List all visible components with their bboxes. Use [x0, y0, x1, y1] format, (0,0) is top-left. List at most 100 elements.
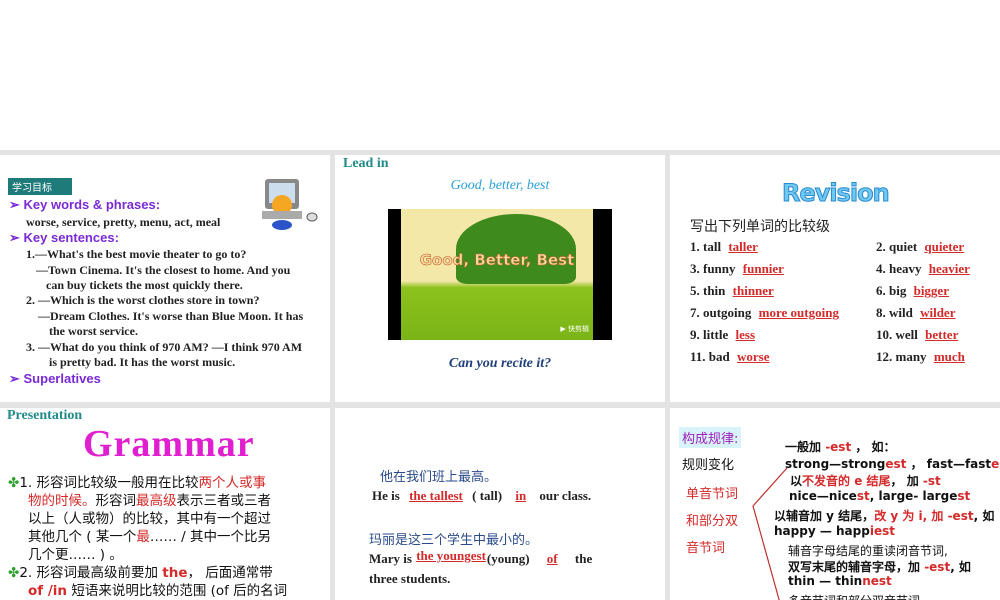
sentence-line: is pretty bad. It has the worst music. [49, 355, 236, 369]
revision-answer: thinner [732, 283, 774, 298]
highlight: 物的时候。 [28, 493, 96, 509]
chinese-sentence-1: 他在我们班上最高。 [380, 470, 498, 485]
video-player[interactable]: Good, Better, Best ▶ 快剪辑 [388, 209, 612, 340]
rule-line: 一般加 -est ， 如： [785, 438, 896, 455]
text: Mary is [369, 551, 416, 566]
category-line: 音节词 [686, 541, 726, 556]
exercise-sentence-1: He is the tallest ( tall) in our class. [372, 488, 591, 504]
text: (young) [486, 551, 533, 566]
rule-text: ， 加 [890, 474, 923, 488]
slide-thumbnail-grammar[interactable]: Presentation Grammar ✤1. 形容词比较级一般用在比较两个人… [0, 408, 330, 600]
clover-icon: ✤ [8, 475, 20, 491]
clover-icon: ✤ [8, 565, 20, 581]
slide-thumbnail-objectives[interactable]: 学习目标 ➢ Key words & phrases: worse, servi… [0, 155, 330, 402]
revision-answer: much [933, 349, 965, 364]
rule-highlight: est [991, 457, 1000, 471]
revision-answer: less [735, 327, 756, 342]
rule-line: 以不发音的 e 结尾， 加 -st [790, 472, 941, 489]
grammar-point-1: ✤1. 形容词比较级一般用在比较两个人或事 物的时候。形容词最高级表示三者或三者以… [8, 474, 328, 564]
key-words-list: worse, service, pretty, menu, act, meal [26, 215, 221, 229]
text: 表示三者或三者 [176, 493, 272, 509]
revision-item: 4. heavy heavier [876, 261, 975, 277]
text: 1. 形容词比较级一般用在比较 [19, 475, 199, 491]
rule-highlight: nest [862, 574, 892, 588]
rule-line: 辅音字母结尾的重读闭音节词, [788, 544, 948, 558]
revision-item: 1. tall taller [690, 239, 774, 255]
rule-text: thin — thin [788, 574, 863, 588]
rule-line: happy — happiest [774, 524, 895, 538]
student-computer-icon [262, 179, 318, 230]
rules-label: 构成规律: [679, 427, 742, 448]
revision-item: 6. big bigger [876, 283, 960, 299]
key-sentences-title: ➢ Key sentences: [9, 230, 119, 245]
recite-question: Can you recite it? [448, 356, 552, 371]
superlatives-label: Superlatives [23, 371, 101, 386]
slide-thumbnail-revision[interactable]: Revision 写出下列单词的比较级 1. tall taller 2. qui… [670, 155, 1000, 402]
rule-text: ， fast—fast [906, 457, 992, 471]
sentence-line: 2. —Which is the worst clothes store in … [26, 293, 260, 307]
text: the [571, 551, 593, 566]
superlatives-title: ➢ Superlatives [9, 371, 101, 386]
text: 几个更…… ) 。 [28, 547, 123, 563]
rule-highlight: -est [924, 560, 951, 574]
sentence-line: —Town Cinema. It's the closest to home. … [36, 263, 291, 277]
answer: the tallest [409, 488, 463, 503]
rule-highlight: -est [825, 440, 852, 454]
revision-item: 2. quiet quieter [876, 239, 970, 255]
rule-text: 双写末尾的辅音字母，加 [788, 560, 925, 574]
revision-word: 9. little [690, 327, 729, 342]
revision-title: Revision [782, 179, 891, 208]
revision-word: 11. bad [690, 349, 730, 364]
presentation-heading: Presentation [7, 408, 83, 423]
exercise-sentence-2-end: three students. [369, 571, 451, 586]
answer: in [515, 488, 527, 503]
slide-thumbnail-exercise[interactable]: 他在我们班上最高。 He is the tallest ( tall) in o… [335, 408, 665, 600]
lead-in-heading: Lead in [343, 156, 389, 171]
slide-thumbnail-lead-in[interactable]: Lead in Good, better, best Good, Better,… [335, 155, 665, 402]
rule-text: 一般加 [785, 440, 826, 454]
revision-item: 12. many much [876, 349, 980, 365]
rule-text: happy — happ [774, 524, 870, 538]
video-watermark: ▶ 快剪辑 [560, 325, 589, 333]
rule-highlight: -st [922, 474, 941, 488]
video-frame: Good, Better, Best ▶ 快剪辑 [401, 209, 593, 340]
rule-highlight: iest [869, 524, 895, 538]
key-sentences-label: Key sentences: [23, 230, 119, 245]
text: He is [372, 488, 404, 503]
revision-answer: wilder [920, 305, 956, 320]
rule-text: , 如 [973, 509, 995, 523]
text: ， 后面通常带 [187, 565, 273, 581]
text: 其他几个 ( 某一个 [28, 529, 137, 545]
sentence-line: the worst service. [49, 324, 138, 338]
text: …… / 其中一个比另 [149, 529, 271, 545]
revision-word: 10. well [876, 327, 918, 342]
revision-item: 7. outgoing more outgoing [690, 305, 843, 321]
rule-line: thin — thinnest [788, 574, 892, 588]
revision-word: 4. heavy [876, 261, 922, 276]
revision-instruction: 写出下列单词的比较级 [690, 219, 830, 235]
grammar-point-2: ✤2. 形容词最高级前要加 the， 后面通常带 of /in 短语来说明比较的范… [8, 564, 328, 600]
category-line: 单音节词 [686, 487, 739, 502]
revision-item: 5. thin thinner [690, 283, 779, 299]
slide-thumbnail-rules[interactable]: 构成规律: 规则变化 单音节词 和部分双 音节词 一般加 -est ， 如： st… [670, 408, 1000, 600]
revision-word: 12. many [876, 349, 927, 364]
rule-text: ， 如： [851, 440, 896, 454]
text: ( tall) [468, 488, 506, 503]
text: 以上（人或物）的比较，其中有一个超过 [28, 511, 271, 527]
video-title: Good, Better, Best [419, 251, 575, 270]
rule-highlight: 改 y 为 i, 加 -est [874, 509, 974, 523]
rule-text: , 如 [950, 560, 971, 574]
revision-word: 7. outgoing [690, 305, 752, 320]
highlight: the [162, 565, 188, 581]
rule-line: 多音节词和部分双音节词 [788, 592, 920, 600]
regular-change-label: 规则变化 [682, 458, 735, 473]
text: 2. 形容词最高级前要加 [19, 565, 163, 581]
sentence-line: —Dream Clothes. It's worse than Blue Moo… [38, 309, 304, 323]
key-words-label: Key words & phrases: [23, 197, 161, 212]
exercise-sentence-2: Mary is the youngest(young) of the [369, 548, 593, 567]
revision-item: 11. bad worse [690, 349, 783, 365]
answer: of [546, 551, 558, 566]
highlight: 两个人或事 [198, 475, 266, 491]
text: our class. [536, 488, 592, 503]
chinese-sentence-2: 玛丽是这三个学生中最小的。 [369, 533, 539, 548]
